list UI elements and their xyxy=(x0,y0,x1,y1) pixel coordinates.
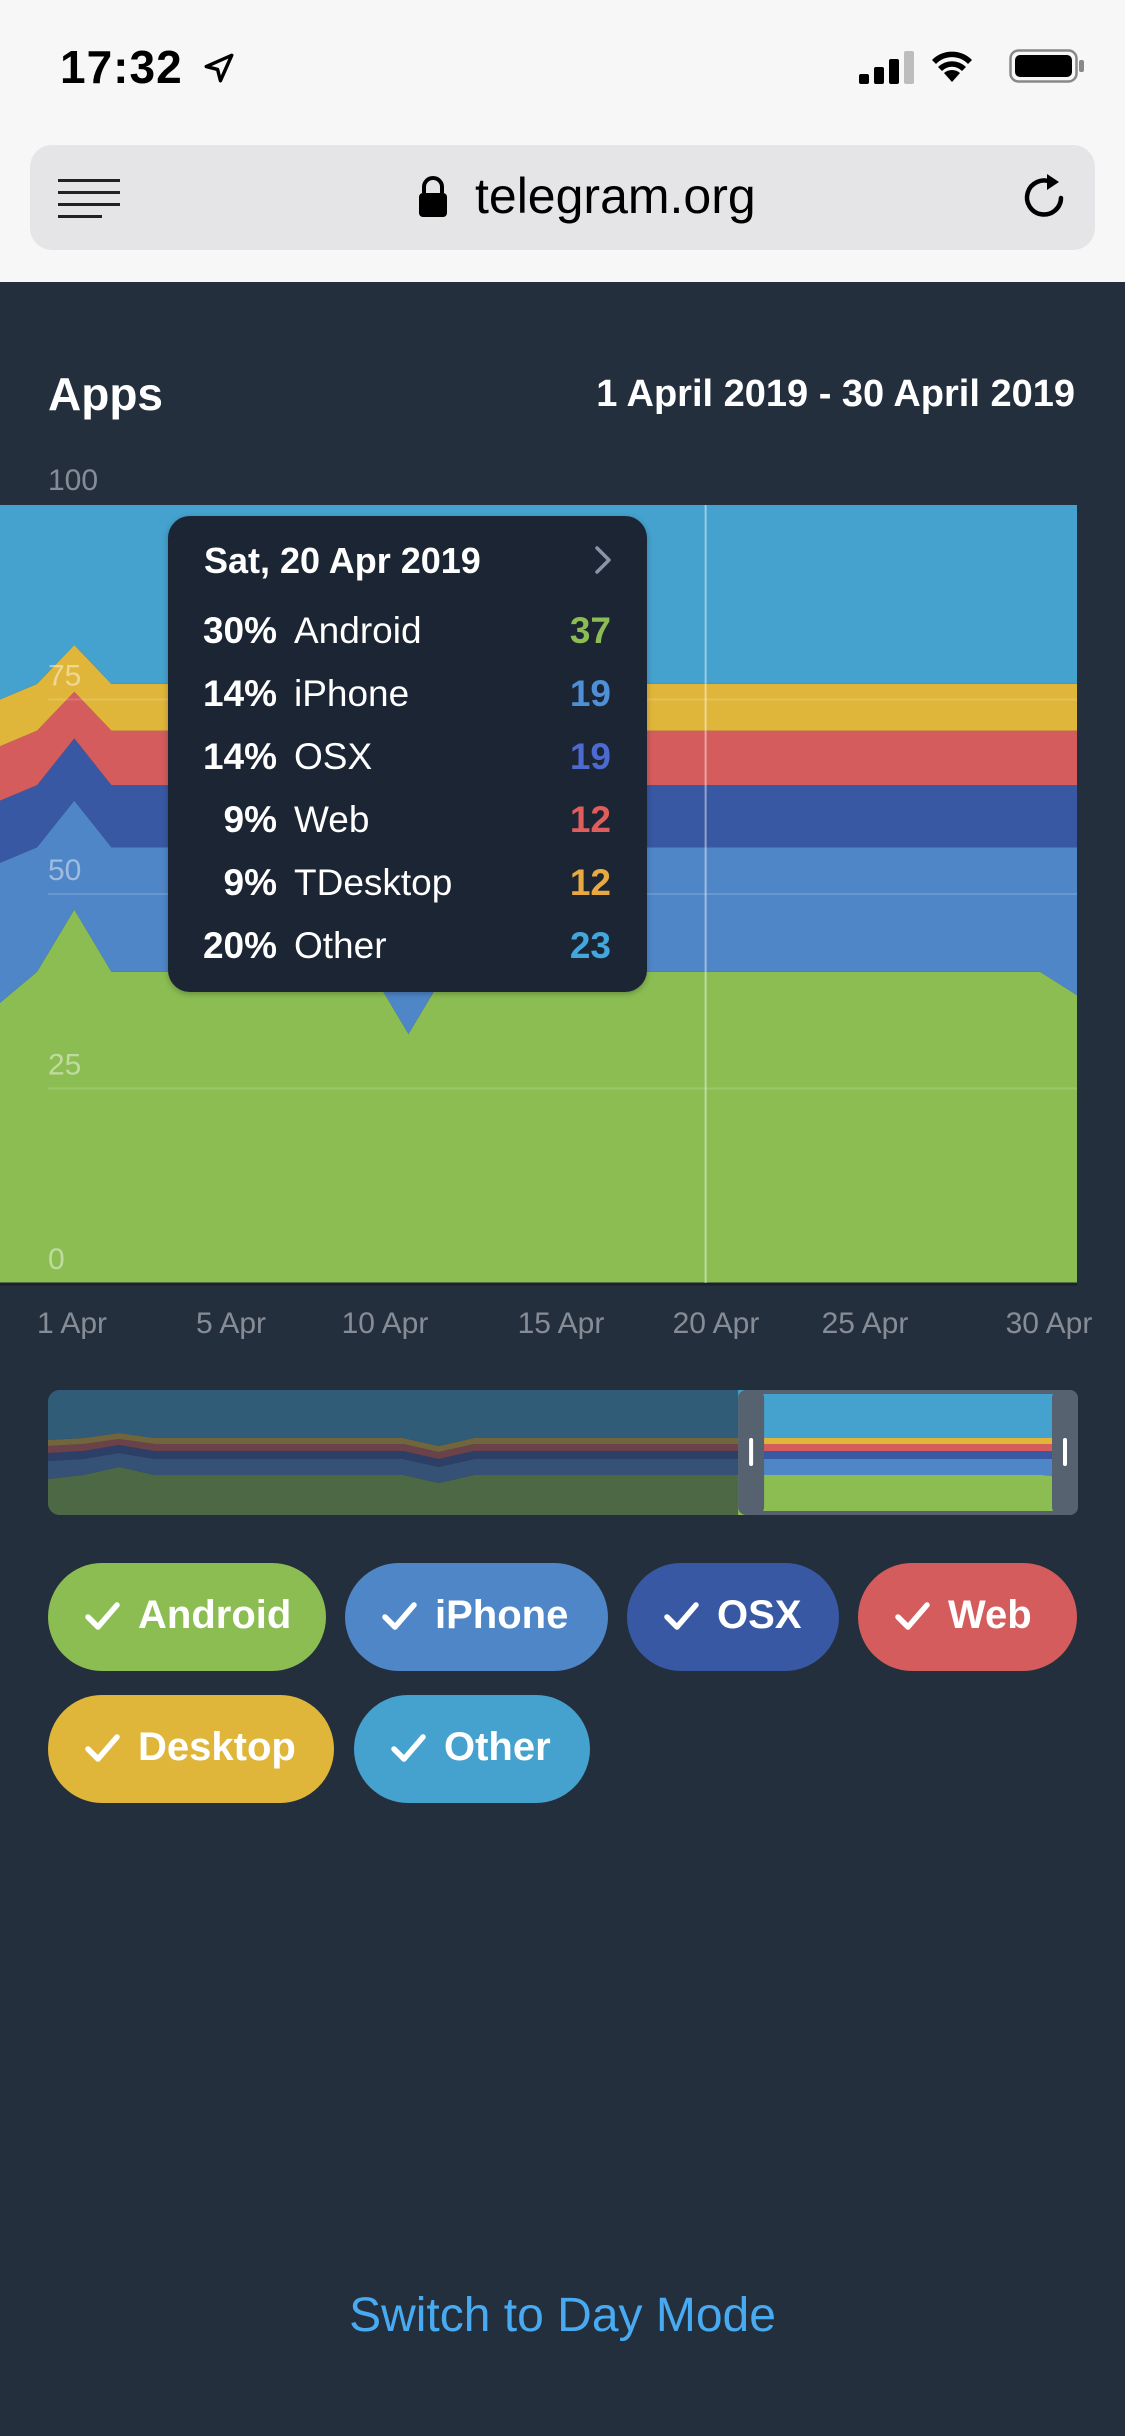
location-arrow-icon xyxy=(204,53,234,83)
status-time-text: 17:32 xyxy=(60,41,183,93)
chip-label: Android xyxy=(138,1593,292,1637)
tooltip-row: 20% Other 23 xyxy=(168,925,647,985)
chip-label: Web xyxy=(948,1593,1032,1637)
url-text: telegram.org xyxy=(475,168,756,224)
x-tick-label: 20 Apr xyxy=(673,1307,760,1340)
checkmark-icon xyxy=(382,1602,417,1630)
chart-title: Apps xyxy=(48,368,163,420)
tooltip-series-name: Other xyxy=(294,925,387,966)
tooltip-date: Sat, 20 Apr 2019 xyxy=(204,540,481,581)
switch-day-mode-link[interactable]: Switch to Day Mode xyxy=(0,2288,1125,2343)
x-tick-label: 25 Apr xyxy=(822,1307,909,1340)
chip-label: iPhone xyxy=(435,1593,569,1637)
tooltip-percent: 9% xyxy=(223,799,277,840)
chip-label: OSX xyxy=(717,1593,802,1637)
checkmark-icon xyxy=(895,1602,930,1630)
chip-desktop[interactable]: Desktop xyxy=(48,1695,334,1803)
wifi-icon xyxy=(932,51,972,82)
x-tick-label: 1 Apr xyxy=(37,1307,107,1340)
x-tick-label: 10 Apr xyxy=(342,1307,429,1340)
reload-icon[interactable] xyxy=(1017,171,1071,225)
signal-icon xyxy=(859,51,914,84)
tooltip-value: 19 xyxy=(569,736,611,777)
tooltip-value: 23 xyxy=(569,925,611,966)
y-tick-label: 0 xyxy=(48,1243,65,1276)
tooltip-row: 9% Web 12 xyxy=(168,799,647,859)
tooltip-series-name: Android xyxy=(294,610,422,651)
tooltip-series-name: OSX xyxy=(294,736,373,777)
tooltip-series-name: Web xyxy=(294,799,370,840)
x-tick-label: 30 Apr xyxy=(1006,1307,1093,1340)
menu-lines-icon[interactable] xyxy=(58,177,122,221)
tooltip-value: 12 xyxy=(569,862,611,903)
tooltip-row: 30% Android 37 xyxy=(168,610,647,670)
x-tick-label: 15 Apr xyxy=(518,1307,605,1340)
x-tick-label: 5 Apr xyxy=(196,1307,266,1340)
tooltip-percent: 30% xyxy=(202,610,277,651)
tooltip-percent: 20% xyxy=(202,925,277,966)
navigator-bottom-border xyxy=(758,1511,1058,1515)
tooltip-percent: 14% xyxy=(202,736,277,777)
grip-icon xyxy=(1063,1438,1067,1466)
chip-android[interactable]: Android xyxy=(48,1563,326,1671)
chip-other[interactable]: Other xyxy=(354,1695,590,1803)
chevron-right-icon[interactable] xyxy=(593,544,613,576)
navigator-dim-left xyxy=(48,1390,739,1515)
tooltip-row: 9% TDesktop 12 xyxy=(168,862,647,922)
tooltip-row: 14% OSX 19 xyxy=(168,736,647,796)
battery-icon xyxy=(1009,49,1084,83)
checkmark-icon xyxy=(85,1602,120,1630)
y-tick-label: 75 xyxy=(48,660,81,693)
chip-label: Desktop xyxy=(138,1725,296,1769)
grip-icon xyxy=(749,1438,754,1466)
checkmark-icon xyxy=(664,1602,699,1630)
chart-date-range: 1 April 2019 - 30 April 2019 xyxy=(596,373,1075,415)
tooltip-value: 37 xyxy=(569,610,611,651)
chip-iphone[interactable]: iPhone xyxy=(345,1563,608,1671)
chip-web[interactable]: Web xyxy=(858,1563,1077,1671)
navigator-areas xyxy=(48,1390,1078,1515)
y-tick-label: 25 xyxy=(48,1049,81,1082)
tooltip-percent: 9% xyxy=(223,862,277,903)
tooltip-row: 14% iPhone 19 xyxy=(168,673,647,733)
y-tick-label: 100 xyxy=(48,464,98,497)
checkmark-icon xyxy=(85,1734,120,1762)
y-tick-label: 50 xyxy=(48,854,81,887)
tooltip-value: 19 xyxy=(569,673,611,714)
chart-tooltip[interactable]: Sat, 20 Apr 2019 30% Android 37 14% iPhone 19… xyxy=(168,516,647,992)
chip-osx[interactable]: OSX xyxy=(627,1563,839,1671)
range-navigator[interactable] xyxy=(48,1390,1078,1515)
status-bar: 17:32 xyxy=(0,0,1125,140)
tooltip-series-name: iPhone xyxy=(294,673,410,714)
chip-label: Other xyxy=(444,1725,551,1769)
checkmark-icon xyxy=(391,1734,426,1762)
address-bar[interactable]: telegram.org xyxy=(30,145,1095,250)
tooltip-percent: 14% xyxy=(202,673,277,714)
status-time: 17:32 xyxy=(60,40,236,94)
lock-icon xyxy=(419,176,447,217)
navigator-top-border xyxy=(758,1390,1058,1394)
tooltip-value: 12 xyxy=(569,799,611,840)
tooltip-series-name: TDesktop xyxy=(294,862,453,903)
